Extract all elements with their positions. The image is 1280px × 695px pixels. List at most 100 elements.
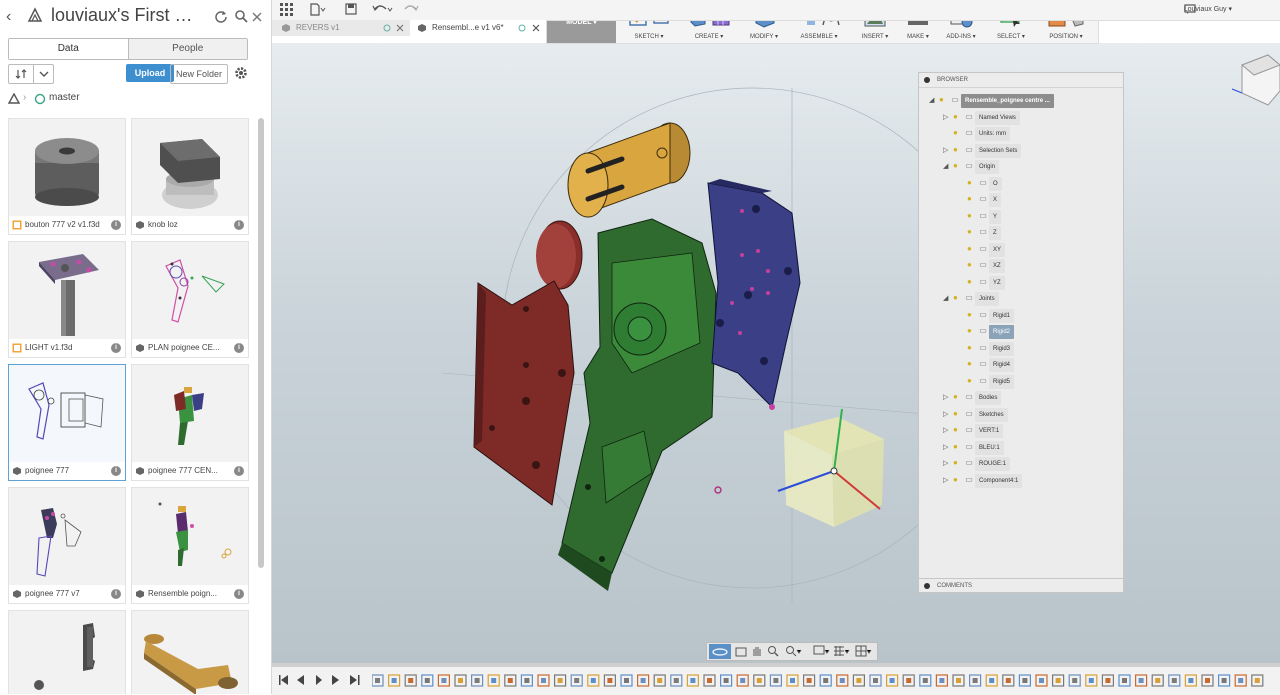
upload-button[interactable]: Upload <box>126 64 174 82</box>
timeline-feature[interactable] <box>1002 674 1015 687</box>
visibility-bulb-icon[interactable]: ● <box>953 423 963 437</box>
timeline-feature[interactable] <box>803 674 816 687</box>
browser-node[interactable]: ● ▭ XZ <box>957 258 1005 273</box>
timeline-feature[interactable] <box>935 674 949 687</box>
visibility-bulb-icon[interactable]: ● <box>967 374 977 388</box>
file-card[interactable] <box>131 610 249 694</box>
browser-node[interactable]: ● ▭ Rigid3 <box>957 341 1015 356</box>
file-card[interactable]: LIGHT v1.f3d i <box>8 241 126 358</box>
comments-header[interactable]: COMMENTS <box>919 578 1123 592</box>
browser-node[interactable]: ▷ ● ▭ Selection Sets <box>943 143 1022 158</box>
info-icon[interactable]: i <box>111 589 121 599</box>
timeline-feature-icons[interactable] <box>372 674 1278 688</box>
zoom-window-icon[interactable] <box>785 645 803 657</box>
file-card[interactable]: Rensemble poign... i <box>131 487 249 604</box>
timeline-feature[interactable] <box>470 674 484 687</box>
info-icon[interactable]: i <box>234 220 244 230</box>
timeline-feature[interactable] <box>520 674 533 687</box>
timeline-feature[interactable] <box>852 674 865 687</box>
collapse-arrow-icon[interactable]: ◢ <box>943 160 953 174</box>
visibility-bulb-icon[interactable]: ● <box>953 159 963 173</box>
browser-node[interactable]: ▷ ● ▭ Sketches <box>943 407 1008 422</box>
step-back-icon[interactable] <box>297 675 304 685</box>
timeline-feature[interactable] <box>487 674 500 687</box>
timeline-feature[interactable] <box>836 674 849 687</box>
close-icon[interactable] <box>252 12 262 22</box>
visibility-bulb-icon[interactable]: ● <box>967 357 977 371</box>
timeline-feature[interactable] <box>388 674 401 687</box>
browser-node[interactable]: ● ▭ YZ <box>957 275 1005 290</box>
timeline-feature[interactable] <box>769 674 782 687</box>
timeline-feature[interactable] <box>454 674 467 687</box>
timeline-feature[interactable] <box>1085 674 1098 687</box>
timeline-feature[interactable] <box>603 674 616 687</box>
timeline-feature[interactable] <box>985 674 998 687</box>
file-card[interactable]: knob loz i <box>131 118 249 235</box>
data-panel-grid-icon[interactable] <box>280 3 293 16</box>
timeline-feature[interactable] <box>1068 674 1081 687</box>
timeline-feature[interactable] <box>686 674 699 687</box>
close-icon[interactable] <box>396 24 404 32</box>
timeline-feature[interactable] <box>1101 674 1115 687</box>
timeline-feature[interactable] <box>952 674 965 687</box>
collapse-arrow-icon[interactable]: ◢ <box>943 292 953 306</box>
browser-node[interactable]: ● ▭ Z <box>957 225 1001 240</box>
timeline-feature[interactable] <box>437 674 451 687</box>
tab-people[interactable]: People <box>128 39 247 59</box>
grid-settings-icon[interactable] <box>833 645 851 657</box>
info-icon[interactable]: i <box>234 343 244 353</box>
visibility-bulb-icon[interactable]: ● <box>939 93 949 107</box>
close-icon[interactable] <box>532 24 540 32</box>
browser-node[interactable]: ▷ ● ▭ Component4:1 <box>943 473 1023 488</box>
expand-arrow-icon[interactable]: ▷ <box>943 408 953 422</box>
vert-component[interactable] <box>558 218 717 591</box>
search-icon[interactable] <box>234 9 248 23</box>
timeline-feature[interactable] <box>786 674 799 687</box>
expand-arrow-icon[interactable]: ▷ <box>943 474 953 488</box>
timeline-feature[interactable] <box>885 674 899 687</box>
browser-node[interactable]: ● ▭ XY <box>957 242 1006 257</box>
visibility-bulb-icon[interactable]: ● <box>953 473 963 487</box>
timeline-feature[interactable] <box>819 674 832 687</box>
timeline-feature[interactable] <box>1217 674 1231 687</box>
project-hub-icon[interactable] <box>8 93 20 104</box>
rouge-component[interactable] <box>473 220 583 506</box>
timeline-feature[interactable] <box>703 674 716 687</box>
file-card[interactable]: bouton 777 v2 v1.f3d i <box>8 118 126 235</box>
collapse-toggle-icon[interactable] <box>924 583 930 589</box>
timeline-feature[interactable] <box>1168 674 1181 687</box>
timeline-feature[interactable] <box>1184 674 1198 687</box>
visibility-bulb-icon[interactable]: ● <box>967 275 977 289</box>
bleu-component[interactable] <box>707 179 801 410</box>
collapse-arrow-icon[interactable]: ◢ <box>929 94 939 108</box>
visibility-bulb-icon[interactable]: ● <box>953 407 963 421</box>
browser-node[interactable]: ● ▭ X <box>957 192 1002 207</box>
browser-node[interactable]: ● ▭ Rigid2 <box>957 324 1015 339</box>
doc-tab[interactable]: Rensembl...e v1 v6* <box>410 20 546 36</box>
model-canvas[interactable] <box>272 43 1280 666</box>
visibility-bulb-icon[interactable]: ● <box>967 324 977 338</box>
browser-header[interactable]: BROWSER <box>919 73 1123 88</box>
visibility-bulb-icon[interactable]: ● <box>953 291 963 305</box>
timeline-feature[interactable] <box>1201 674 1214 687</box>
timeline-feature[interactable] <box>372 674 384 687</box>
timeline-feature[interactable] <box>919 674 932 687</box>
visibility-bulb-icon[interactable]: ● <box>967 258 977 272</box>
go-to-start-icon[interactable] <box>279 675 288 685</box>
go-to-end-icon[interactable] <box>350 675 360 685</box>
browser-node[interactable]: ▷ ● ▭ VERT:1 <box>943 423 1004 438</box>
browser-node[interactable]: ● ▭ O <box>957 176 1002 191</box>
browser-node[interactable]: ▷ ● ▭ Named Views <box>943 110 1020 125</box>
3d-viewport[interactable] <box>272 43 1280 666</box>
info-icon[interactable]: i <box>234 589 244 599</box>
back-icon[interactable]: ‹ <box>6 8 11 26</box>
timeline-feature[interactable] <box>620 674 633 687</box>
expand-arrow-icon[interactable]: ▷ <box>943 441 953 455</box>
timeline-feature[interactable] <box>421 674 434 687</box>
browser-node[interactable]: ◢ ● ▭ Origin <box>943 159 1000 174</box>
display-settings-icon[interactable] <box>813 645 831 657</box>
file-list-scrollbar[interactable] <box>258 118 264 568</box>
undo-icon[interactable] <box>372 3 394 15</box>
origin-planes[interactable] <box>777 408 884 527</box>
timeline-feature[interactable] <box>637 674 650 687</box>
